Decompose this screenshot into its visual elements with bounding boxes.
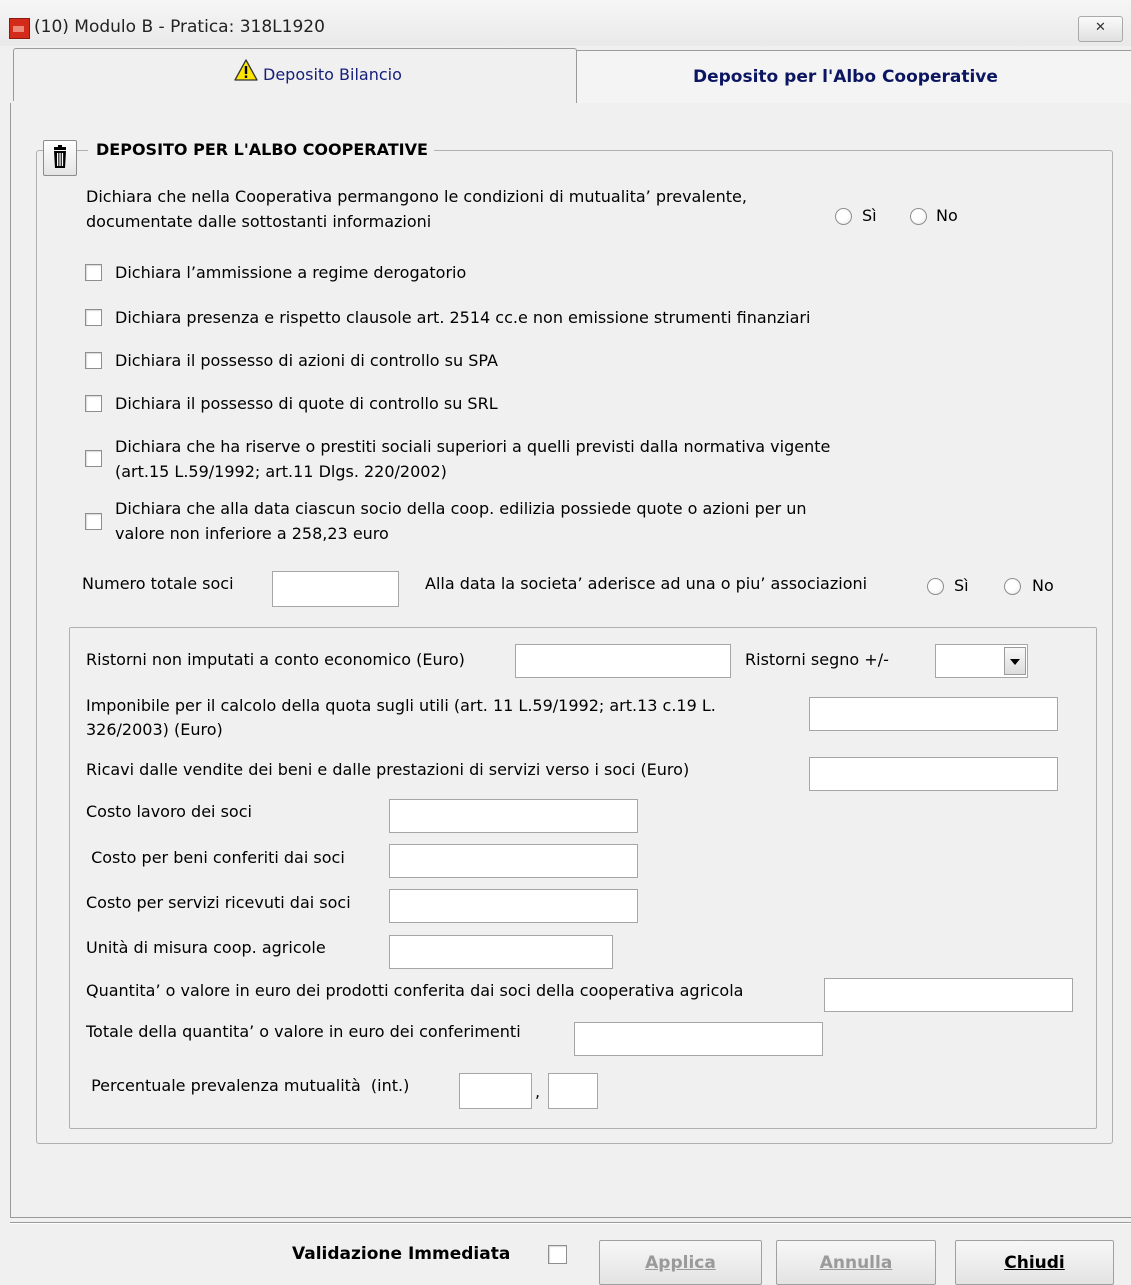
warning-icon xyxy=(234,59,258,85)
coop-edilizia-label-line1: Dichiara che alla data ciascun socio del… xyxy=(115,499,807,518)
app-icon xyxy=(9,18,30,39)
mutualita-yes-radio[interactable] xyxy=(835,208,852,225)
totale-conferimenti-input[interactable] xyxy=(574,1022,823,1056)
azioni-spa-label: Dichiara il possesso di azioni di contro… xyxy=(115,351,498,370)
mutualita-text-line1: Dichiara che nella Cooperativa permangon… xyxy=(86,187,747,206)
mutualita-yes-label: Sì xyxy=(862,206,877,225)
delete-button[interactable] xyxy=(43,140,77,176)
clausole-2514-label: Dichiara presenza e rispetto clausole ar… xyxy=(115,308,811,327)
quantita-input[interactable] xyxy=(824,978,1073,1012)
unita-misura-label: Unità di misura coop. agricole xyxy=(86,938,326,957)
ristorni-segno-label: Ristorni segno +/- xyxy=(745,650,889,669)
chevron-down-icon[interactable] xyxy=(1004,647,1026,675)
ristorni-label: Ristorni non imputati a conto economico … xyxy=(86,650,465,669)
section-title: DEPOSITO PER L'ALBO COOPERATIVE xyxy=(88,139,434,161)
azioni-spa-checkbox[interactable] xyxy=(85,352,102,369)
associazioni-yes-label: Sì xyxy=(954,576,969,595)
riserve-prestiti-label-line2: (art.15 L.59/1992; art.11 Dlgs. 220/2002… xyxy=(115,462,447,481)
riserve-prestiti-label-line1: Dichiara che ha riserve o prestiti socia… xyxy=(115,437,831,456)
tab-deposito-bilancio[interactable]: Deposito Bilancio xyxy=(13,48,577,101)
percentuale-dec-input[interactable] xyxy=(548,1073,598,1109)
percentuale-int-input[interactable] xyxy=(459,1073,532,1109)
window-title: (10) Modulo B - Pratica: 318L1920 xyxy=(34,17,325,37)
tab-label: Deposito Bilancio xyxy=(263,65,402,84)
costo-servizi-label: Costo per servizi ricevuti dai soci xyxy=(86,893,351,912)
ricavi-label: Ricavi dalle vendite dei beni e dalle pr… xyxy=(86,760,690,779)
ristorni-segno-select[interactable] xyxy=(935,644,1028,678)
costo-lavoro-label: Costo lavoro dei soci xyxy=(86,802,252,821)
validazione-label: Validazione Immediata xyxy=(292,1244,511,1264)
tab-deposito-albo-cooperative[interactable]: Deposito per l'Albo Cooperative xyxy=(576,50,1131,105)
associazioni-yes-radio[interactable] xyxy=(927,578,944,595)
costo-beni-label: Costo per beni conferiti dai soci xyxy=(86,848,345,867)
costo-beni-input[interactable] xyxy=(389,844,638,878)
trash-icon xyxy=(54,145,66,168)
validazione-checkbox[interactable] xyxy=(548,1245,567,1264)
quote-srl-checkbox[interactable] xyxy=(85,395,102,412)
quantita-label: Quantita’ o valore in euro dei prodotti … xyxy=(86,981,744,1000)
mutualita-no-label: No xyxy=(936,206,958,225)
totale-conferimenti-label: Totale della quantita’ o valore in euro … xyxy=(86,1022,521,1041)
mutualita-no-radio[interactable] xyxy=(910,208,927,225)
regime-derogatorio-checkbox[interactable] xyxy=(85,264,102,281)
footer-separator xyxy=(10,1222,1131,1224)
percentuale-separator: , xyxy=(535,1082,541,1101)
associazioni-label: Alla data la societa’ aderisce ad una o … xyxy=(425,574,868,593)
tab-label: Deposito per l'Albo Cooperative xyxy=(693,67,998,87)
mutualita-text-line2: documentate dalle sottostanti informazio… xyxy=(86,212,432,231)
regime-derogatorio-label: Dichiara l’ammissione a regime derogator… xyxy=(115,263,467,282)
imponibile-label-line2: 326/2003) (Euro) xyxy=(86,720,223,739)
riserve-prestiti-checkbox[interactable] xyxy=(85,450,102,467)
associazioni-no-label: No xyxy=(1032,576,1054,595)
costo-servizi-input[interactable] xyxy=(389,889,638,923)
annulla-button[interactable]: Annulla xyxy=(776,1240,936,1285)
ricavi-input[interactable] xyxy=(809,757,1058,791)
ristorni-input[interactable] xyxy=(515,644,731,678)
chiudi-button[interactable]: Chiudi xyxy=(955,1240,1114,1285)
percentuale-label: Percentuale prevalenza mutualità (int.) xyxy=(86,1076,410,1095)
numero-soci-label: Numero totale soci xyxy=(82,574,234,593)
coop-edilizia-checkbox[interactable] xyxy=(85,513,102,530)
clausole-2514-checkbox[interactable] xyxy=(85,309,102,326)
title-bar: (10) Modulo B - Pratica: 318L1920 ✕ xyxy=(0,0,1131,46)
close-button[interactable]: ✕ xyxy=(1078,16,1123,42)
numero-soci-input[interactable] xyxy=(272,571,399,607)
associazioni-no-radio[interactable] xyxy=(1004,578,1021,595)
unita-misura-input[interactable] xyxy=(389,935,613,969)
imponibile-label-line1: Imponibile per il calcolo della quota su… xyxy=(86,696,716,715)
costo-lavoro-input[interactable] xyxy=(389,799,638,833)
quote-srl-label: Dichiara il possesso di quote di control… xyxy=(115,394,498,413)
applica-button[interactable]: Applica xyxy=(599,1240,762,1285)
coop-edilizia-label-line2: valore non inferiore a 258,23 euro xyxy=(115,524,389,543)
imponibile-input[interactable] xyxy=(809,697,1058,731)
